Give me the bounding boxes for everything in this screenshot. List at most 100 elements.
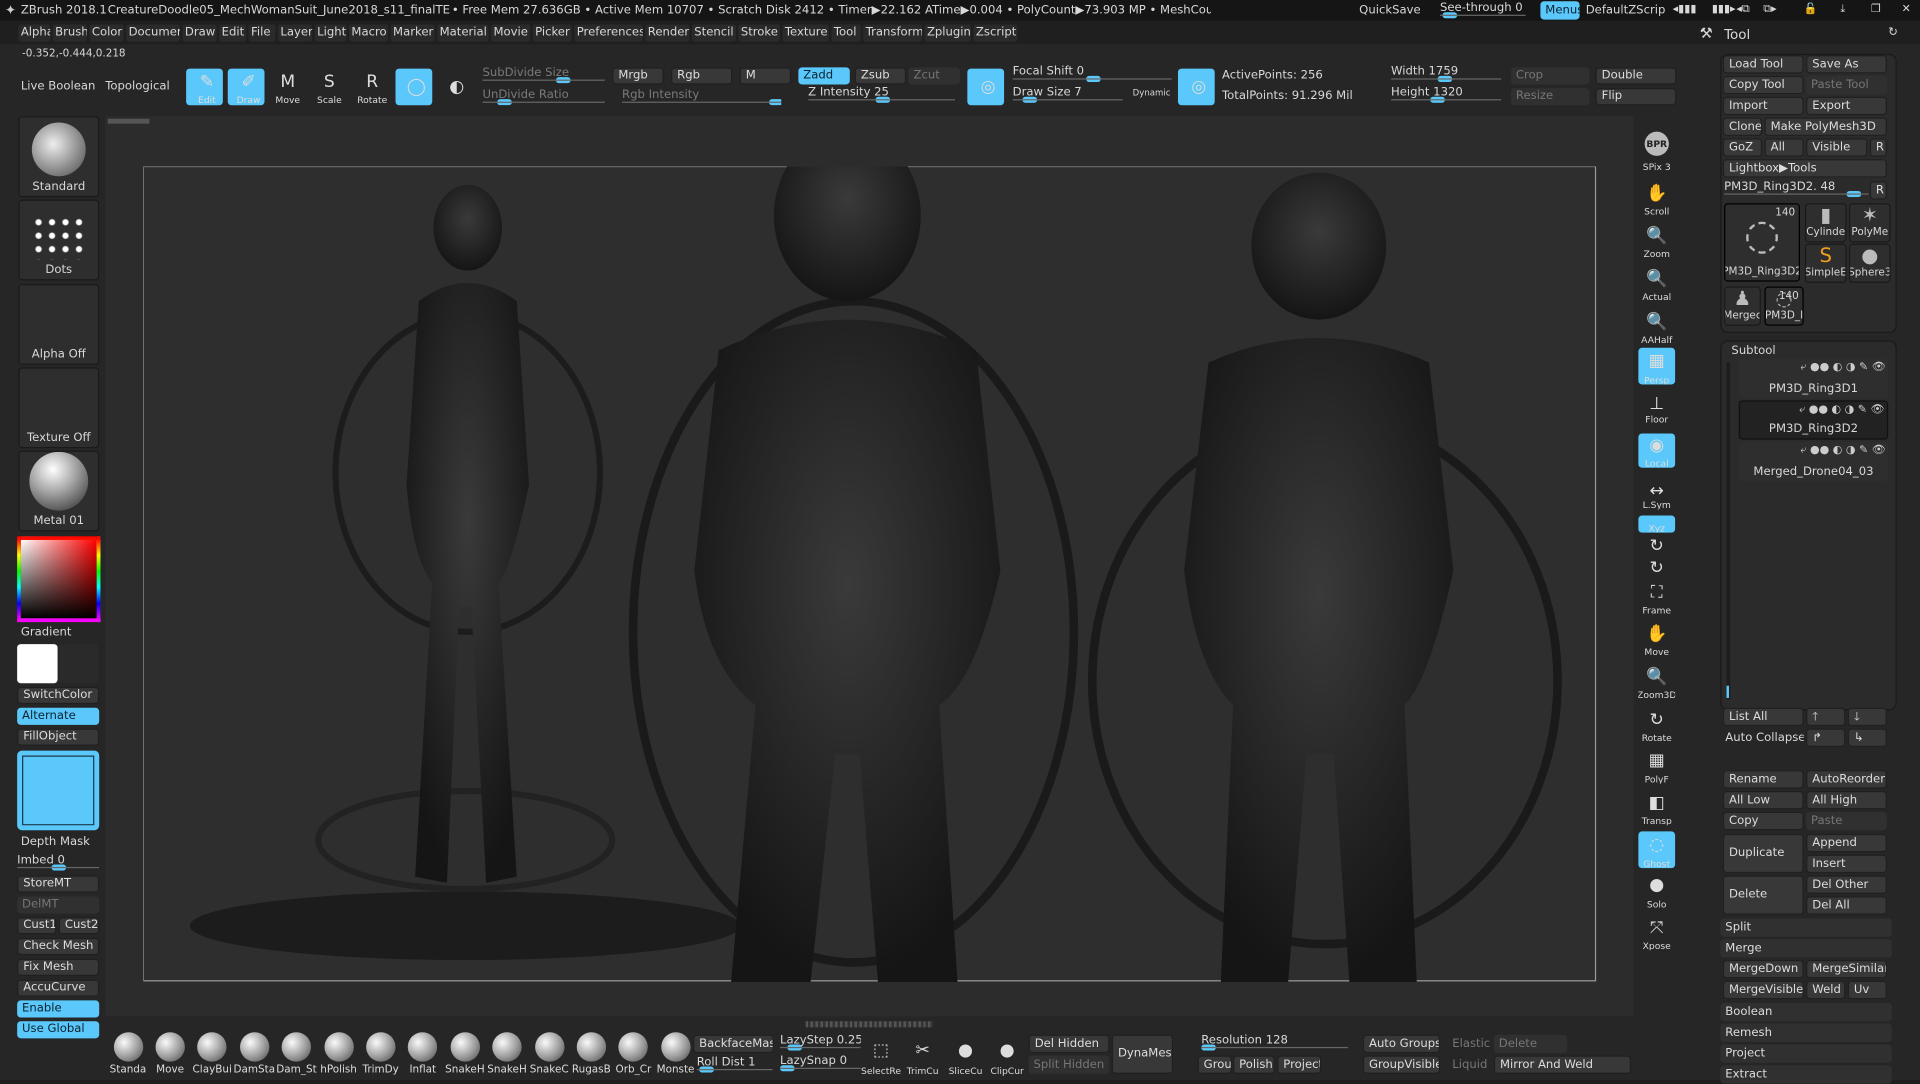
menu-preferences[interactable]: Preferences [574,24,643,42]
autoreorder-button[interactable]: AutoReorder [1806,770,1887,789]
dynamesh-button[interactable]: DynaMesh [1111,1034,1174,1074]
delete-button[interactable]: Delete [1722,875,1804,915]
tool-thumbnail[interactable]: ◌ 140 PM3D_I [1764,286,1804,326]
menu-material[interactable]: Material [437,24,489,42]
fix-mesh-button[interactable]: Fix Mesh [17,958,100,976]
fill-object-button[interactable]: FillObject [17,728,100,746]
menu-zplugin[interactable]: Zplugin [924,24,972,42]
brush-standa[interactable]: Standa [108,1031,148,1075]
list-all-button[interactable]: List All [1722,707,1804,727]
slider-knob[interactable] [875,96,891,103]
brush-claybui[interactable]: ClayBui [192,1031,232,1075]
tool-thumbnail[interactable]: S SimpleE [1804,243,1847,283]
merge-visible-button[interactable]: MergeVisible [1722,980,1804,1000]
rgb-button[interactable]: Rgb [671,67,733,85]
subtool-toggle-icons[interactable]: ⤶ ●● ◐ ◑ ✎ 👁 [1799,405,1884,416]
shelf-toggle-handle[interactable] [805,1021,934,1028]
slider-knob[interactable] [1430,96,1445,103]
weld-button[interactable]: Weld [1806,980,1846,1000]
group-visible-button[interactable]: GroupVisible [1362,1055,1441,1074]
menu-draw[interactable]: Draw [182,24,217,42]
zoom-button[interactable]: 🔍 Zoom [1638,224,1675,258]
menu-marker[interactable]: Marker [390,24,435,42]
move-view-button[interactable]: ✋ Move [1638,622,1675,656]
menu-movie[interactable]: Movie [491,24,531,42]
menu-texture[interactable]: Texture [782,24,829,42]
close-icon[interactable]: ✕ [1902,2,1919,18]
flip-button[interactable]: Flip [1595,88,1677,106]
rgb-intensity-slider[interactable]: Rgb Intensity [622,88,782,106]
split-section[interactable]: Split [1720,918,1892,937]
solo-button[interactable]: ● Solo [1638,872,1675,909]
clone-button[interactable]: Clone [1722,117,1763,136]
brush-snakec[interactable]: SnakeC [529,1031,569,1075]
clip-curve-button[interactable]: ● ClipCur [987,1035,1027,1077]
scroll-left-icon[interactable]: ◂▮▮▮ [1673,2,1707,18]
xpose-button[interactable]: ⤧ Xpose [1638,916,1675,950]
brush-snakeh[interactable]: SnakeH [445,1031,485,1075]
all-high-button[interactable]: All High [1806,791,1887,810]
slice-curve-button[interactable]: ● SliceCu [945,1035,985,1077]
actual-button[interactable]: 🔍 Actual [1638,267,1675,301]
menu-layer[interactable]: Layer [277,24,313,42]
imbed-slider[interactable]: Imbed 0 [17,853,100,871]
uv-button[interactable]: Uv [1847,980,1887,1000]
rotate-z-button[interactable]: ↻ [1638,558,1675,578]
zcut-button[interactable]: Zcut [908,67,961,85]
texture-button[interactable]: Texture Off [18,367,100,449]
scale-button[interactable]: S Scale [313,69,345,106]
move-down-button[interactable]: ↳ [1847,728,1887,747]
split-hidden-button[interactable]: Split Hidden [1028,1055,1110,1074]
project-section[interactable]: Project [1720,1044,1892,1063]
accucurve-button[interactable]: AccuCurve [17,979,100,997]
cust2-button[interactable]: Cust2 [58,917,100,935]
see-through-slider[interactable]: See-through 0 [1440,1,1526,19]
del-all-button[interactable]: Del All [1806,896,1887,915]
menu-stencil[interactable]: Stencil [691,24,736,42]
store-mt-button[interactable]: StoreMT [17,875,100,893]
minimize-icon[interactable]: ⤓ [1840,2,1857,18]
rotate-button[interactable]: R Rotate [355,69,389,106]
focal-shift-slider[interactable]: Focal Shift 0 [1012,65,1172,83]
slider-knob[interactable] [51,864,67,871]
depth-mask-curve[interactable] [17,750,100,831]
import-button[interactable]: Import [1722,96,1804,116]
dynamic-toggle[interactable]: Dynamic [1133,87,1176,99]
subtool-scroll-thumb[interactable] [1726,685,1729,698]
paste-button[interactable]: Paste [1806,811,1887,831]
viewport[interactable] [105,116,1634,1017]
tool-thumbnail[interactable]: ▮ Cylinde [1804,203,1847,243]
insert-button[interactable]: Insert [1806,854,1887,874]
copy-tool-button[interactable]: Copy Tool [1722,75,1804,95]
tool-thumbnail[interactable]: ● Sphere3 [1848,243,1891,283]
liquid-button[interactable]: Liquid [1447,1056,1494,1074]
slider-knob[interactable] [1442,12,1458,19]
width-slider[interactable]: Width 1759 [1391,65,1502,83]
subtool-item[interactable]: ⤶ ●● ◐ ◑ ✎ 👁 Merged_Drone04_03 [1738,442,1889,482]
ghost-button[interactable]: ◌ Ghost [1638,831,1676,869]
material-mode-button[interactable]: ◐ [440,69,474,106]
copy-button[interactable]: Copy [1722,811,1804,831]
menu-render[interactable]: Render [645,24,690,42]
switch-color-button[interactable]: SwitchColor [17,686,100,705]
mrgb-button[interactable]: Mrgb [612,67,664,85]
goz-button[interactable]: GoZ [1722,138,1763,157]
brush-dam_st[interactable]: Dam_St [276,1031,317,1075]
rotate-view-button[interactable]: ↻ Rotate [1638,708,1675,742]
subtool-toggle-icons[interactable]: ⤶ ●● ◐ ◑ ✎ 👁 [1800,445,1885,457]
quicksave-button[interactable]: QuickSave [1359,2,1420,18]
rotate-y-button[interactable]: ↻ [1638,536,1675,556]
slider-knob[interactable] [768,99,782,106]
brush-damsta[interactable]: DamSta [234,1031,275,1075]
menu-transform[interactable]: Transform [863,24,923,42]
persp-button[interactable]: ▦ Persp [1638,347,1676,385]
roll-dist-slider[interactable]: Roll Dist 1 [696,1056,773,1073]
draw-button[interactable]: ✐ Draw [227,68,265,106]
append-button[interactable]: Append [1806,833,1887,853]
slider-knob[interactable] [1437,75,1453,83]
polish-button[interactable]: Polish [1233,1055,1275,1074]
rename-button[interactable]: Rename [1722,770,1804,789]
merge-section[interactable]: Merge [1720,939,1892,958]
auto-collapse-button[interactable]: Auto Collapse [1725,730,1803,747]
menu-file[interactable]: File [248,24,276,42]
